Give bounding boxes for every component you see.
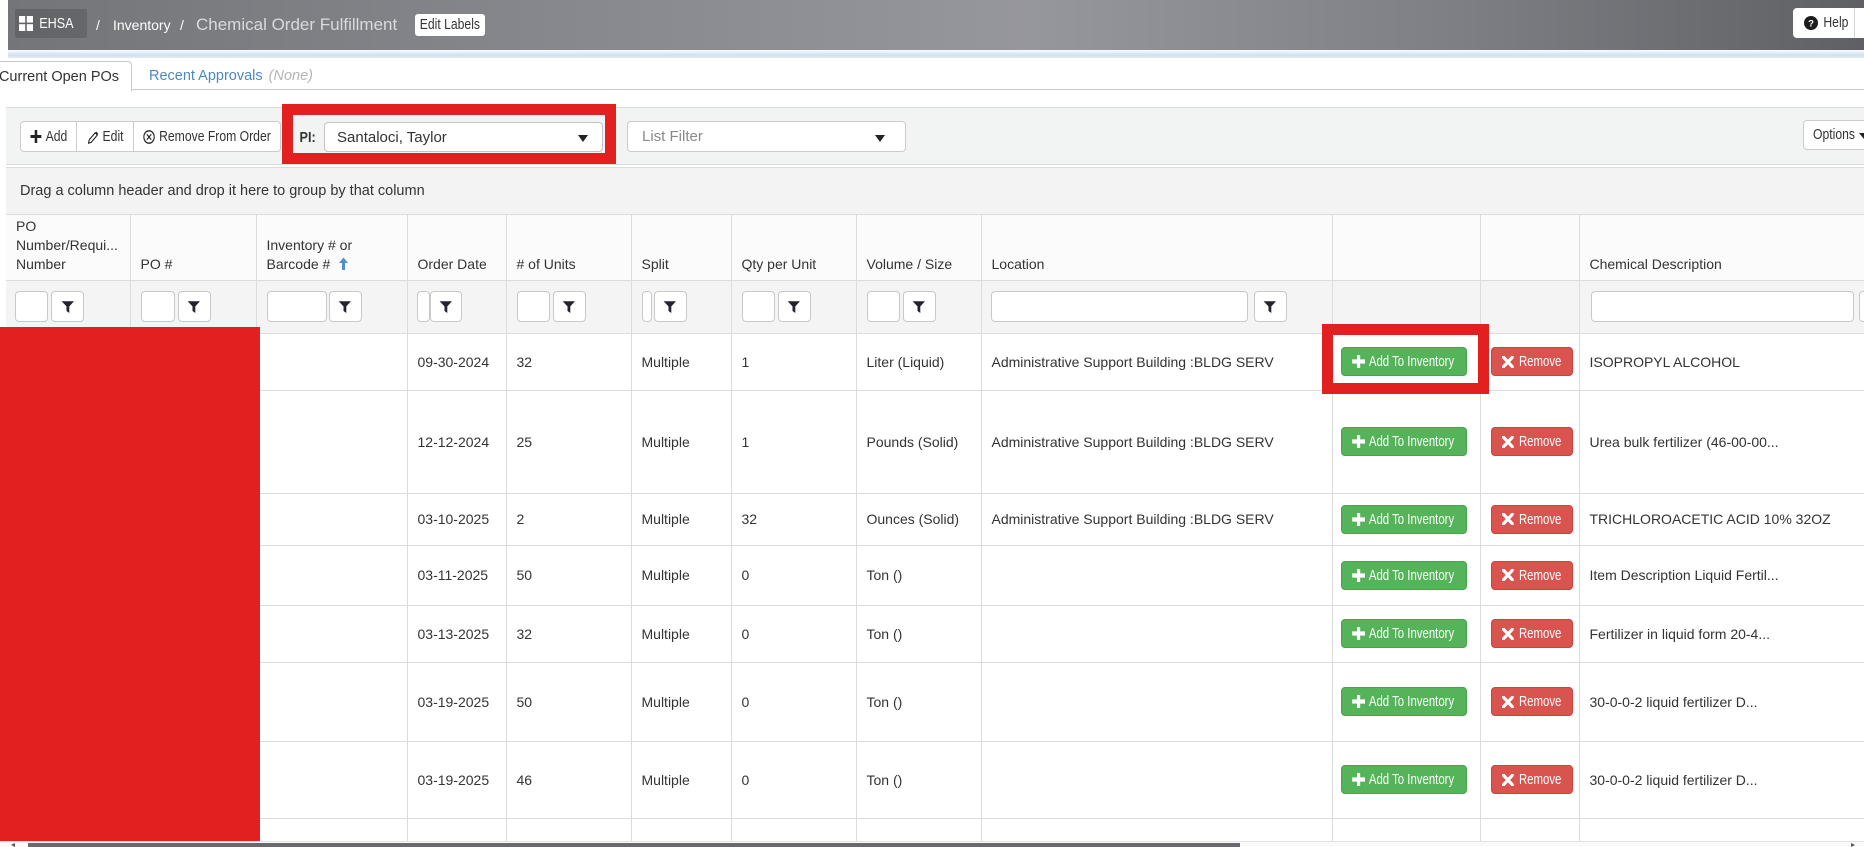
- svg-text:?: ?: [1808, 19, 1814, 30]
